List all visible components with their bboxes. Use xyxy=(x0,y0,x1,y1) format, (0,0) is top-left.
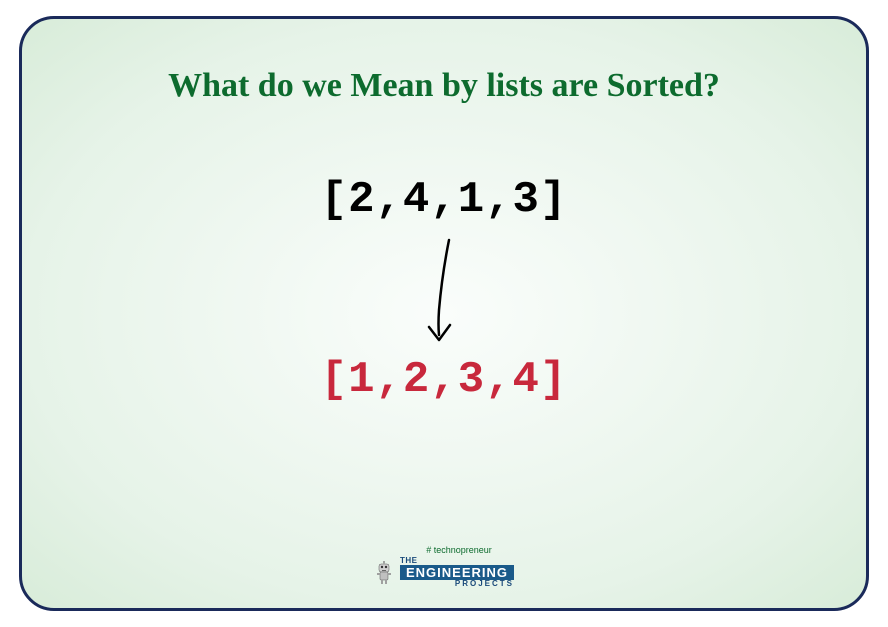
sorted-list: [1,2,3,4] xyxy=(321,355,568,405)
arrow-container xyxy=(414,235,474,350)
logo-line3: PROJECTS xyxy=(400,580,514,588)
logo: # technopreneur THE ENGINEERING PROJECTS xyxy=(374,545,514,588)
logo-line1: THE xyxy=(400,557,514,565)
logo-text: THE ENGINEERING PROJECTS xyxy=(400,557,514,588)
arrow-down-icon xyxy=(414,235,474,350)
logo-row: THE ENGINEERING PROJECTS xyxy=(374,557,514,588)
diagram-card: What do we Mean by lists are Sorted? [2,… xyxy=(19,16,869,611)
logo-line2: ENGINEERING xyxy=(400,565,514,580)
unsorted-list: [2,4,1,3] xyxy=(321,175,568,225)
robot-icon xyxy=(374,560,394,586)
page-title: What do we Mean by lists are Sorted? xyxy=(168,67,720,105)
logo-tagline: # technopreneur xyxy=(426,545,492,555)
